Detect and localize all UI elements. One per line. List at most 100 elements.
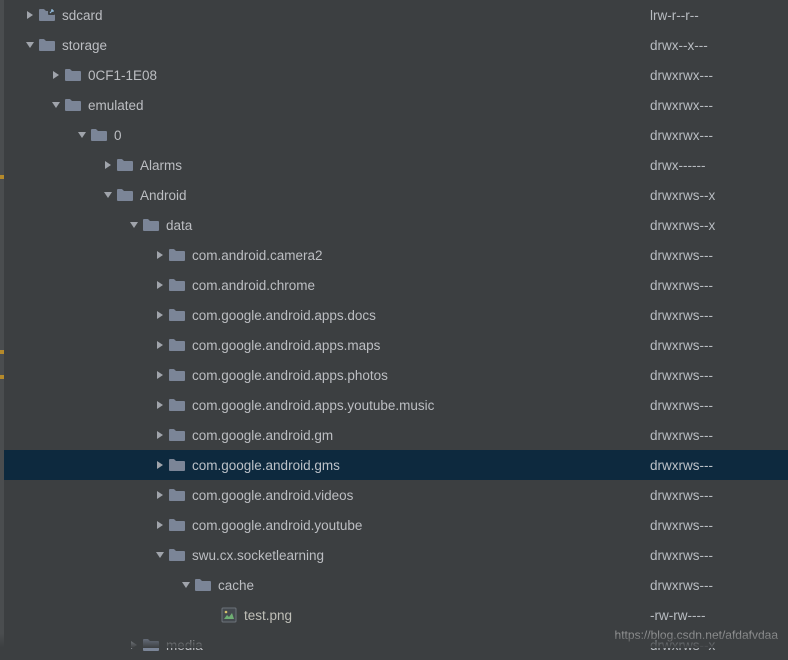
tree-row[interactable]: cache drwxrws--- [10, 570, 788, 600]
chevron-right-icon[interactable] [152, 487, 168, 503]
permissions: -rw-rw---- [650, 608, 705, 623]
file-tree[interactable]: sdcard lrw-r--r-- storage drwx--x--- 0CF1-1E… [10, 0, 788, 660]
permissions: drwxrws--- [650, 398, 713, 413]
chevron-right-icon[interactable] [152, 427, 168, 443]
tree-row[interactable]: com.google.android.youtube drwxrws--- [10, 510, 788, 540]
permissions: drwxrws--- [650, 308, 713, 323]
tree-item-label: com.google.android.videos [192, 488, 353, 503]
tree-row[interactable]: com.google.android.gms drwxrws--- [10, 450, 788, 480]
permissions: drwxrws--- [650, 548, 713, 563]
folder-icon [168, 277, 186, 293]
tree-item-label: Android [140, 188, 187, 203]
folder-icon [168, 247, 186, 263]
permissions: drwxrws--- [650, 278, 713, 293]
permissions: lrw-r--r-- [650, 8, 699, 23]
chevron-down-icon[interactable] [126, 217, 142, 233]
tree-item-label: emulated [88, 98, 144, 113]
tree-row[interactable]: com.google.android.apps.photosdrwxrws--- [10, 360, 788, 390]
permissions: drwxrws--- [650, 248, 713, 263]
folder-icon [168, 547, 186, 563]
permissions: drwx------ [650, 158, 705, 173]
gutter [0, 0, 4, 648]
permissions: drwxrws--x [650, 188, 715, 203]
folder-icon [168, 367, 186, 383]
chevron-right-icon[interactable] [152, 277, 168, 293]
chevron-right-icon[interactable] [48, 67, 64, 83]
tree-item-label: 0CF1-1E08 [88, 68, 157, 83]
permissions: drwxrws--x [650, 218, 715, 233]
folder-icon [116, 157, 134, 173]
folder-icon [168, 307, 186, 323]
tree-row[interactable]: test.png -rw-rw---- [10, 600, 788, 630]
tree-item-label: storage [62, 38, 107, 53]
tree-row[interactable]: 0CF1-1E08 drwxrwx--- [10, 60, 788, 90]
chevron-right-icon[interactable] [152, 247, 168, 263]
tree-item-label: com.google.android.youtube [192, 518, 362, 533]
tree-item-label: 0 [114, 128, 122, 143]
folder-icon [168, 487, 186, 503]
chevron-right-icon[interactable] [152, 397, 168, 413]
folder-icon [168, 397, 186, 413]
folder-shortcut-icon [38, 7, 56, 23]
tree-row[interactable]: com.google.android.videos drwxrws--- [10, 480, 788, 510]
folder-icon [64, 67, 82, 83]
tree-row[interactable]: com.google.android.apps.youtube.music drw… [10, 390, 788, 420]
folder-icon [142, 217, 160, 233]
chevron-right-icon[interactable] [152, 457, 168, 473]
permissions: drwx--x--- [650, 38, 708, 53]
image-file-icon [220, 607, 238, 623]
tree-row[interactable]: com.android.camera2drwxrws--- [10, 240, 788, 270]
tree-row[interactable]: com.google.android.gm drwxrws--- [10, 420, 788, 450]
chevron-right-icon[interactable] [22, 7, 38, 23]
permissions: drwxrwx--- [650, 128, 713, 143]
tree-row[interactable]: com.google.android.apps.docs drwxrws--- [10, 300, 788, 330]
tree-item-label: com.google.android.apps.docs [192, 308, 376, 323]
tree-item-label: Alarms [140, 158, 182, 173]
tree-row[interactable]: 0 drwxrwx--- [10, 120, 788, 150]
chevron-right-icon[interactable] [152, 517, 168, 533]
folder-icon [168, 457, 186, 473]
tree-row[interactable]: storage drwx--x--- [10, 30, 788, 60]
chevron-down-icon[interactable] [152, 547, 168, 563]
arrow-none [204, 607, 220, 623]
permissions: drwxrws--- [650, 518, 713, 533]
tree-row[interactable]: emulateddrwxrwx--- [10, 90, 788, 120]
tree-row[interactable]: sdcard lrw-r--r-- [10, 0, 788, 30]
chevron-down-icon[interactable] [74, 127, 90, 143]
folder-icon [194, 577, 212, 593]
chevron-down-icon[interactable] [100, 187, 116, 203]
permissions: drwxrws--- [650, 338, 713, 353]
tree-row[interactable]: Alarms drwx------ [10, 150, 788, 180]
tree-row[interactable]: data drwxrws--x [10, 210, 788, 240]
permissions: drwxrwx--- [650, 68, 713, 83]
chevron-right-icon[interactable] [152, 337, 168, 353]
folder-icon [90, 127, 108, 143]
permissions: drwxrws--- [650, 578, 713, 593]
chevron-down-icon[interactable] [48, 97, 64, 113]
chevron-right-icon[interactable] [152, 367, 168, 383]
tree-item-label: sdcard [62, 8, 103, 23]
tree-item-label: com.android.chrome [192, 278, 315, 293]
tree-item-label: test.png [244, 608, 292, 623]
tree-item-label: cache [218, 578, 254, 593]
tree-item-label: com.google.android.apps.maps [192, 338, 380, 353]
permissions: drwxrws--- [650, 488, 713, 503]
tree-row[interactable]: com.android.chrome drwxrws--- [10, 270, 788, 300]
chevron-right-icon[interactable] [152, 307, 168, 323]
folder-icon [116, 187, 134, 203]
chevron-down-icon[interactable] [178, 577, 194, 593]
tree-item-label: com.google.android.gm [192, 428, 333, 443]
tree-item-label: com.google.android.gms [192, 458, 340, 473]
permissions: drwxrws--- [650, 368, 713, 383]
tree-item-label: data [166, 218, 192, 233]
folder-icon [168, 517, 186, 533]
permissions: drwxrws--- [650, 428, 713, 443]
chevron-right-icon[interactable] [100, 157, 116, 173]
tree-row[interactable]: com.google.android.apps.maps drwxrws--- [10, 330, 788, 360]
folder-icon [64, 97, 82, 113]
tree-item-label: com.google.android.apps.youtube.music [192, 398, 434, 413]
tree-row[interactable]: Android drwxrws--x [10, 180, 788, 210]
chevron-down-icon[interactable] [22, 37, 38, 53]
tree-row[interactable]: swu.cx.socketlearningdrwxrws--- [10, 540, 788, 570]
permissions: drwxrws--- [650, 458, 713, 473]
